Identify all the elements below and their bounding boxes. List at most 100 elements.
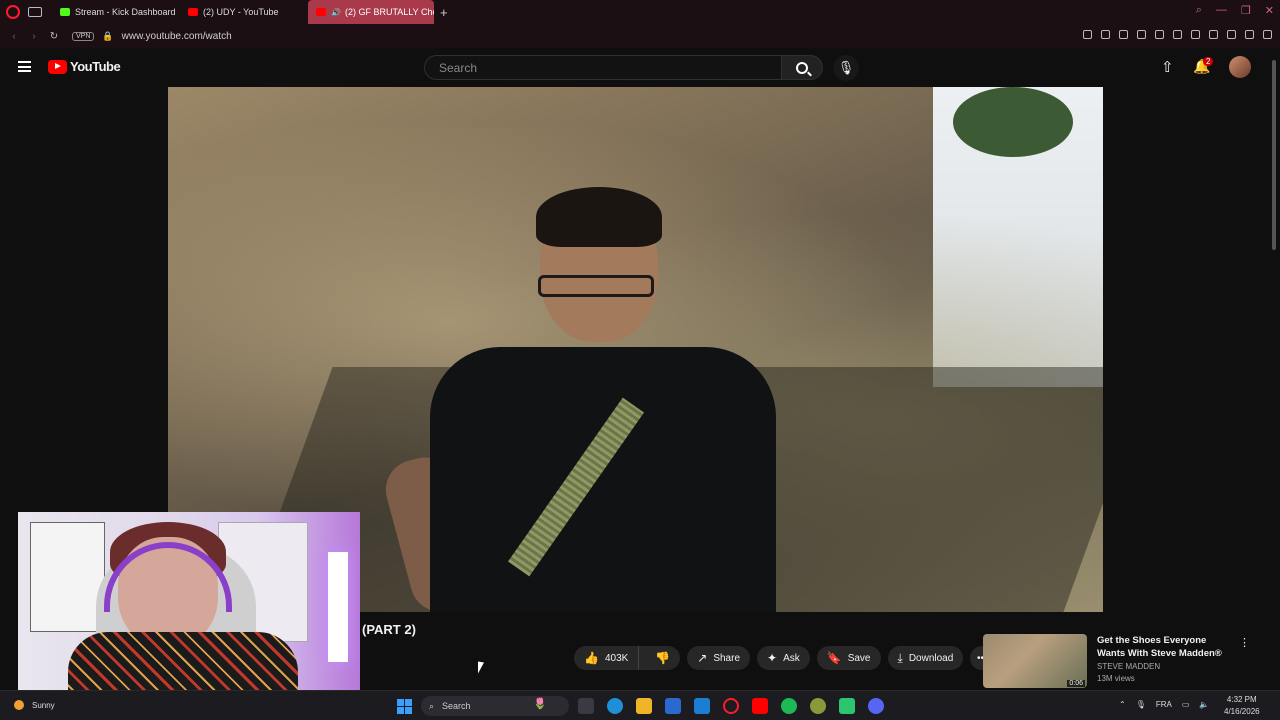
downloads-icon[interactable] xyxy=(1227,30,1236,39)
avatar[interactable] xyxy=(1229,56,1251,78)
browser-tab-strip: Stream - Kick Dashboard (2) UDY - YouTub… xyxy=(0,0,1280,24)
download-button[interactable]: ⤓ Download xyxy=(887,646,964,670)
address-bar: ‹ › ↻ VPN 🔒 www.youtube.com/watch xyxy=(0,24,1280,48)
search-tabs-icon[interactable]: ⌕ xyxy=(1196,4,1202,17)
search-icon: ⌕ xyxy=(429,700,435,711)
share-label: Share xyxy=(713,652,741,664)
youtube-play-icon xyxy=(48,59,67,74)
search-icon xyxy=(796,61,808,74)
youtube-app-icon[interactable] xyxy=(752,698,768,714)
ad-channel[interactable]: STEVE MADDEN xyxy=(1097,662,1160,671)
vpn-badge[interactable]: VPN xyxy=(72,31,95,41)
player-icon[interactable] xyxy=(1137,30,1146,39)
discord-icon[interactable] xyxy=(868,698,884,714)
back-icon[interactable]: ‹ xyxy=(8,31,20,42)
heart-icon[interactable] xyxy=(1155,30,1164,39)
ask-button[interactable]: ✦ Ask xyxy=(757,646,810,670)
video-person-hair xyxy=(536,187,662,247)
reload-icon[interactable]: ↻ xyxy=(48,31,60,42)
snapshot-icon[interactable] xyxy=(1101,30,1110,39)
sponsored-video-card[interactable]: 0:06 Get the Shoes Everyone Wants With S… xyxy=(983,634,1253,690)
neon-lamp xyxy=(328,552,348,662)
volume-icon[interactable]: 🔈 xyxy=(1199,700,1209,709)
lock-icon[interactable]: 🔒 xyxy=(102,31,113,42)
system-clock[interactable]: 4:32 PM 4/16/2026 xyxy=(1224,694,1260,718)
search-input[interactable]: Search xyxy=(424,55,782,80)
edge-icon[interactable] xyxy=(607,698,623,714)
streamer-webcam-overlay xyxy=(18,512,360,705)
sidebar-icon[interactable] xyxy=(1173,30,1182,39)
sparkle-icon: ✦ xyxy=(767,651,778,665)
kick-favicon-icon xyxy=(60,8,70,16)
profile-icon[interactable] xyxy=(1209,30,1218,39)
save-label: Save xyxy=(847,652,871,664)
microphone-tray-icon[interactable]: 🎙 xyxy=(1136,700,1146,709)
task-view-icon[interactable] xyxy=(578,698,594,714)
youtube-favicon-icon xyxy=(188,8,198,16)
search-highlight-tulips-icon[interactable]: 🌷 xyxy=(533,697,547,710)
chevron-up-icon[interactable]: ⌃ xyxy=(1119,700,1126,709)
display-icon[interactable]: ▭ xyxy=(1182,700,1190,709)
tab-title: Stream - Kick Dashboard xyxy=(75,7,176,17)
outlook-icon[interactable] xyxy=(694,698,710,714)
clock-date: 4/16/2026 xyxy=(1224,707,1260,716)
dislike-button[interactable]: 👎 xyxy=(645,646,680,670)
weather-label[interactable]: Sunny xyxy=(32,701,55,710)
app-icon[interactable] xyxy=(810,698,826,714)
upload-icon[interactable]: ⇧ xyxy=(1161,58,1174,76)
opera-logo-icon[interactable] xyxy=(6,5,20,19)
store-icon[interactable] xyxy=(665,698,681,714)
aria-ai-icon[interactable] xyxy=(1245,30,1254,39)
youtube-favicon-icon xyxy=(316,8,326,16)
ad-duration: 0:06 xyxy=(1067,680,1085,687)
video-person-glasses xyxy=(538,275,654,297)
sun-icon[interactable] xyxy=(14,700,24,710)
shield-icon[interactable] xyxy=(1119,30,1128,39)
forward-icon[interactable]: › xyxy=(28,31,40,42)
speaker-icon[interactable]: 🔊 xyxy=(331,8,341,17)
thumbs-up-icon: 👍 xyxy=(584,651,599,665)
tab-current-video[interactable]: 🔊 (2) GF BRUTALLY Che xyxy=(308,0,434,24)
ad-thumbnail[interactable]: 0:06 xyxy=(983,634,1087,688)
hamburger-menu-icon[interactable] xyxy=(18,61,31,72)
workspaces-icon[interactable] xyxy=(28,7,42,17)
mouse-cursor-icon xyxy=(478,661,484,675)
tab-kick-dashboard[interactable]: Stream - Kick Dashboard xyxy=(52,0,180,24)
extensions-icon[interactable] xyxy=(1191,30,1200,39)
opera-taskbar-icon[interactable] xyxy=(723,698,739,714)
spotify-icon[interactable] xyxy=(781,698,797,714)
voice-search-button[interactable]: 🎙 xyxy=(833,55,859,81)
tab-title: (2) UDY - YouTube xyxy=(203,7,279,17)
video-person-body xyxy=(430,347,776,612)
like-button[interactable]: 👍 403K xyxy=(574,646,640,670)
tab-title: (2) GF BRUTALLY Che xyxy=(344,7,434,17)
menu-icon[interactable] xyxy=(1263,30,1272,39)
window-controls: ⌕ — ❐ ✕ xyxy=(1196,4,1274,17)
url-field[interactable]: www.youtube.com/watch xyxy=(122,31,232,42)
save-button[interactable]: 🔖 Save xyxy=(816,646,881,670)
windows-taskbar: Sunny ⌕ Search 🌷 ⌃ 🎙 FRA ▭ 🔈 4:32 PM 4/1… xyxy=(0,690,1280,720)
kebab-menu-icon[interactable]: ⋮ xyxy=(1239,636,1250,649)
taskbar-apps xyxy=(578,698,884,714)
microphone-icon: 🎙 xyxy=(837,60,855,75)
search-button[interactable] xyxy=(781,55,823,80)
youtube-logo[interactable]: YouTube xyxy=(48,59,121,74)
tab-udy-youtube[interactable]: (2) UDY - YouTube xyxy=(180,0,308,24)
share-button[interactable]: ↗ Share xyxy=(687,646,751,670)
minimize-icon[interactable]: — xyxy=(1216,4,1227,17)
obs-app-icon[interactable] xyxy=(839,698,855,714)
youtube-wordmark: YouTube xyxy=(70,59,121,74)
system-tray: ⌃ 🎙 FRA ▭ 🔈 xyxy=(1119,700,1209,709)
windows-start-icon[interactable] xyxy=(397,699,412,714)
new-tab-icon[interactable]: + xyxy=(440,5,448,20)
taskbar-search-label: Search xyxy=(442,701,471,711)
ad-title[interactable]: Get the Shoes Everyone Wants With Steve … xyxy=(1097,634,1237,660)
language-indicator[interactable]: FRA xyxy=(1156,700,1172,709)
page-scrollbar[interactable] xyxy=(1272,60,1276,250)
share-icon: ↗ xyxy=(697,651,708,665)
file-explorer-icon[interactable] xyxy=(636,698,652,714)
close-icon[interactable]: ✕ xyxy=(1265,4,1274,17)
bookmark-icon[interactable] xyxy=(1083,30,1092,39)
like-dislike-group: 👍 403K 👎 xyxy=(574,646,681,670)
maximize-icon[interactable]: ❐ xyxy=(1241,4,1251,17)
